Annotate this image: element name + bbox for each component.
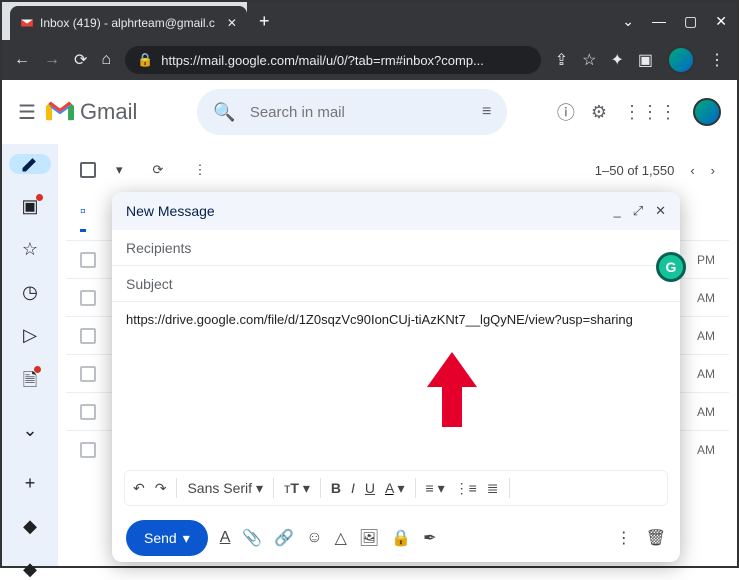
window-maximize-icon[interactable]: ▢ bbox=[684, 13, 697, 30]
share-icon[interactable]: ⇪ bbox=[555, 50, 568, 70]
next-page-icon[interactable]: › bbox=[711, 163, 715, 178]
home-icon[interactable]: ⌂ bbox=[101, 51, 111, 69]
attach-icon[interactable]: 📎 bbox=[242, 528, 262, 548]
image-icon[interactable]: 🖼 bbox=[359, 528, 379, 548]
grammarly-icon[interactable]: G bbox=[656, 252, 686, 282]
bold-icon[interactable]: B bbox=[331, 480, 341, 496]
product-name: Gmail bbox=[80, 99, 137, 125]
compose-window: New Message _ ⤢ ✕ Recipients Subject htt… bbox=[112, 192, 680, 562]
drafts-nav-icon[interactable]: 🗎 bbox=[23, 368, 37, 398]
format-toolbar: ↶ ↷ Sans Serif ▾ тT ▾ B I U A ▾ ≡ ▾ ⋮≡ ≣ bbox=[124, 470, 668, 506]
sent-nav-icon[interactable]: ▷ bbox=[23, 325, 37, 346]
select-all-checkbox[interactable] bbox=[80, 162, 96, 178]
browser-toolbar: ← → ⟳ ⌂ 🔒 https://mail.google.com/mail/u… bbox=[2, 40, 737, 80]
select-dropdown-icon[interactable]: ▾ bbox=[116, 162, 123, 178]
search-box[interactable]: 🔍 ≡ bbox=[197, 89, 507, 135]
signature-icon[interactable]: ✒ bbox=[423, 528, 436, 548]
main-menu-icon[interactable]: ☰ bbox=[18, 100, 36, 125]
send-row: Send▾ A 📎 🔗 ☺ △ 🖼 🔒 ✒ ⋮ 🗑 bbox=[112, 514, 680, 562]
compose-title: New Message bbox=[126, 203, 215, 219]
gmail-logo-icon bbox=[46, 101, 74, 123]
drive-icon[interactable]: △ bbox=[335, 528, 347, 548]
compose-button[interactable] bbox=[9, 154, 51, 174]
address-bar[interactable]: 🔒 https://mail.google.com/mail/u/0/?tab=… bbox=[125, 46, 541, 74]
apps-icon[interactable]: ⋮⋮⋮ bbox=[623, 102, 677, 123]
label-2-icon[interactable]: ◆ bbox=[23, 559, 37, 580]
minimize-compose-icon[interactable]: _ bbox=[613, 203, 620, 219]
label-1-icon[interactable]: ◆ bbox=[23, 516, 37, 537]
align-icon[interactable]: ≡ ▾ bbox=[426, 480, 445, 497]
ordered-list-icon[interactable]: ⋮≡ bbox=[455, 480, 477, 497]
window-dropdown-icon[interactable]: ⌄ bbox=[622, 13, 634, 30]
italic-icon[interactable]: I bbox=[351, 480, 355, 496]
gmail-header: ☰ Gmail 🔍 ≡ ⓘ ⚙ ⋮⋮⋮ bbox=[2, 80, 737, 144]
bookmark-icon[interactable]: ☆ bbox=[582, 50, 596, 70]
mail-nav-icon[interactable]: ▣ bbox=[21, 196, 38, 217]
compose-header[interactable]: New Message _ ⤢ ✕ bbox=[112, 192, 680, 230]
expand-compose-icon[interactable]: ⤢ bbox=[633, 203, 643, 219]
more-options-icon[interactable]: ⋮ bbox=[616, 528, 632, 548]
starred-nav-icon[interactable]: ☆ bbox=[22, 239, 38, 260]
tab-close-icon[interactable]: ✕ bbox=[227, 16, 237, 30]
text-color-icon[interactable]: A ▾ bbox=[385, 480, 405, 497]
browser-titlebar: Inbox (419) - alphrteam@gmail.c ✕ + ⌄ — … bbox=[2, 2, 737, 40]
new-label-icon[interactable]: + bbox=[25, 473, 36, 494]
window-controls: ⌄ — ▢ ✕ bbox=[447, 2, 737, 40]
font-size-icon[interactable]: тT ▾ bbox=[284, 480, 310, 497]
menu-icon[interactable]: ⋮ bbox=[709, 50, 725, 70]
more-actions-icon[interactable]: ⋮ bbox=[193, 162, 206, 178]
prev-page-icon[interactable]: ‹ bbox=[690, 163, 694, 178]
extensions-icon[interactable]: ✦ bbox=[610, 50, 623, 70]
compose-body[interactable]: https://drive.google.com/file/d/1Z0sqzVc… bbox=[112, 302, 680, 470]
page-info: 1–50 of 1,550 bbox=[595, 163, 675, 178]
profile-avatar[interactable] bbox=[667, 46, 695, 74]
tab-title: Inbox (419) - alphrteam@gmail.c bbox=[40, 16, 215, 30]
url-text: https://mail.google.com/mail/u/0/?tab=rm… bbox=[161, 53, 484, 68]
window-minimize-icon[interactable]: — bbox=[652, 13, 666, 29]
send-options-icon[interactable]: ▾ bbox=[183, 530, 190, 547]
reload-icon[interactable]: ⟳ bbox=[74, 50, 87, 70]
confidential-icon[interactable]: 🔒 bbox=[391, 528, 411, 548]
snoozed-nav-icon[interactable]: ◷ bbox=[22, 282, 38, 303]
emoji-icon[interactable]: ☺ bbox=[306, 529, 322, 547]
panel-icon[interactable]: ▣ bbox=[638, 50, 653, 70]
primary-tab[interactable]: ▫ bbox=[80, 203, 86, 232]
font-selector[interactable]: Sans Serif ▾ bbox=[187, 480, 263, 497]
lock-icon: 🔒 bbox=[137, 52, 153, 68]
undo-icon[interactable]: ↶ bbox=[133, 480, 145, 497]
format-toggle-icon[interactable]: A bbox=[220, 529, 231, 547]
forward-icon[interactable]: → bbox=[44, 51, 60, 69]
gmail-logo[interactable]: Gmail bbox=[46, 99, 137, 125]
gmail-favicon-icon bbox=[20, 16, 34, 30]
recipients-field[interactable]: Recipients bbox=[112, 230, 680, 266]
settings-icon[interactable]: ⚙ bbox=[591, 102, 607, 123]
underline-icon[interactable]: U bbox=[365, 480, 375, 496]
refresh-icon[interactable]: ⟳ bbox=[153, 162, 164, 178]
account-avatar[interactable] bbox=[693, 98, 721, 126]
more-nav-icon[interactable]: ⌄ bbox=[22, 420, 37, 441]
left-rail: ▣ ☆ ◷ ▷ 🗎 ⌄ + ◆ ◆ bbox=[2, 144, 58, 566]
window-close-icon[interactable]: ✕ bbox=[715, 13, 727, 30]
pencil-icon bbox=[20, 154, 40, 174]
help-icon[interactable]: ⓘ bbox=[557, 99, 575, 125]
close-compose-icon[interactable]: ✕ bbox=[655, 203, 666, 219]
bullet-list-icon[interactable]: ≣ bbox=[487, 480, 499, 497]
subject-field[interactable]: Subject bbox=[112, 266, 680, 302]
redo-icon[interactable]: ↷ bbox=[155, 480, 167, 497]
send-button[interactable]: Send▾ bbox=[126, 520, 208, 556]
discard-icon[interactable]: 🗑 bbox=[646, 528, 666, 548]
back-icon[interactable]: ← bbox=[14, 51, 30, 69]
search-options-icon[interactable]: ≡ bbox=[482, 103, 491, 121]
search-input[interactable] bbox=[250, 104, 468, 121]
browser-tab[interactable]: Inbox (419) - alphrteam@gmail.c ✕ bbox=[10, 6, 247, 40]
link-icon[interactable]: 🔗 bbox=[274, 528, 294, 548]
new-tab-button[interactable]: + bbox=[259, 11, 270, 32]
mail-toolbar: ▾ ⟳ ⋮ 1–50 of 1,550 ‹ › bbox=[66, 146, 729, 194]
annotation-arrow-icon bbox=[422, 352, 482, 432]
search-icon: 🔍 bbox=[213, 102, 235, 123]
